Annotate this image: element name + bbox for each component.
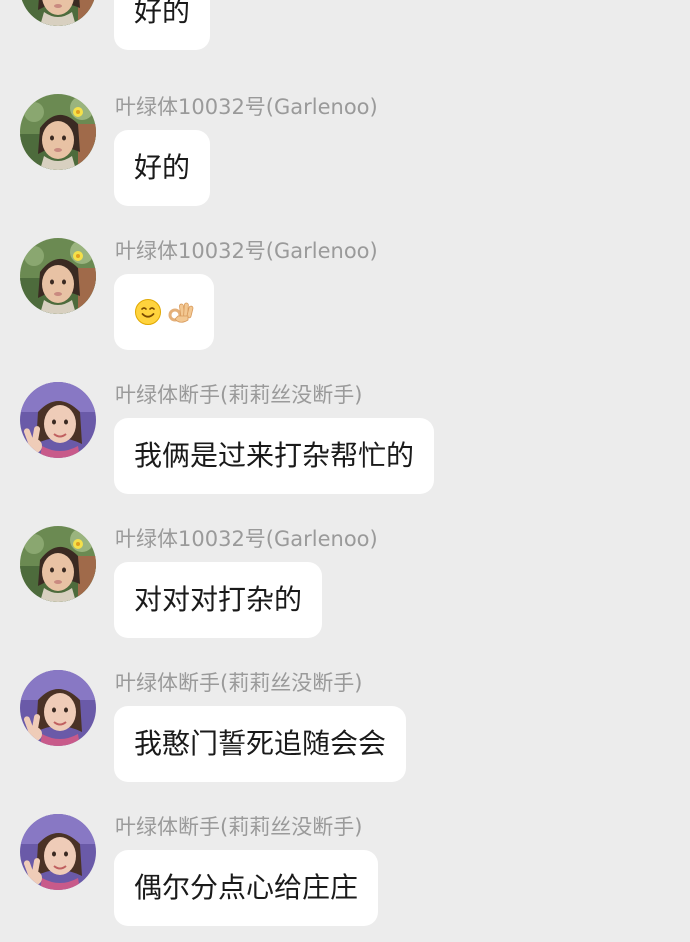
ok-hand-emoji-icon (166, 298, 194, 326)
message-bubble[interactable]: 对对对打杂的 (114, 562, 323, 638)
sender-name: 叶绿体10032号(Garlenoo) (115, 239, 378, 263)
message-bubble[interactable]: 偶尔分点心给庄庄 (114, 850, 379, 926)
message-bubble[interactable]: 好的 (114, 130, 211, 206)
avatar[interactable] (20, 814, 96, 890)
smile-emoji-icon (134, 298, 162, 326)
message-bubble[interactable]: 我俩是过来打杂帮忙的 (114, 418, 435, 494)
girl-flower-avatar-icon (20, 526, 96, 602)
sender-name: 叶绿体断手(莉莉丝没断手) (115, 671, 363, 695)
girl-flower-avatar-icon (20, 94, 96, 170)
girl-flower-avatar-icon (20, 0, 96, 26)
avatar[interactable] (20, 94, 96, 170)
avatar[interactable] (20, 0, 96, 26)
girl-peace-avatar-icon (20, 670, 96, 746)
girl-flower-avatar-icon (20, 238, 96, 314)
avatar[interactable] (20, 238, 96, 314)
sender-name: 叶绿体10032号(Garlenoo) (115, 527, 378, 551)
girl-peace-avatar-icon (20, 814, 96, 890)
sender-name: 叶绿体断手(莉莉丝没断手) (115, 815, 363, 839)
avatar[interactable] (20, 670, 96, 746)
sender-name: 叶绿体断手(莉莉丝没断手) (115, 383, 363, 407)
chat-message-list[interactable]: 好的 叶绿体10032号(Garlenoo) 好的 叶绿体10032号(Garl… (0, 0, 690, 942)
message-bubble[interactable] (114, 274, 214, 350)
avatar[interactable] (20, 526, 96, 602)
message-bubble[interactable]: 我憨门誓死追随会会 (114, 706, 407, 782)
message-bubble[interactable]: 好的 (114, 0, 211, 50)
avatar[interactable] (20, 382, 96, 458)
sender-name: 叶绿体10032号(Garlenoo) (115, 95, 378, 119)
girl-peace-avatar-icon (20, 382, 96, 458)
